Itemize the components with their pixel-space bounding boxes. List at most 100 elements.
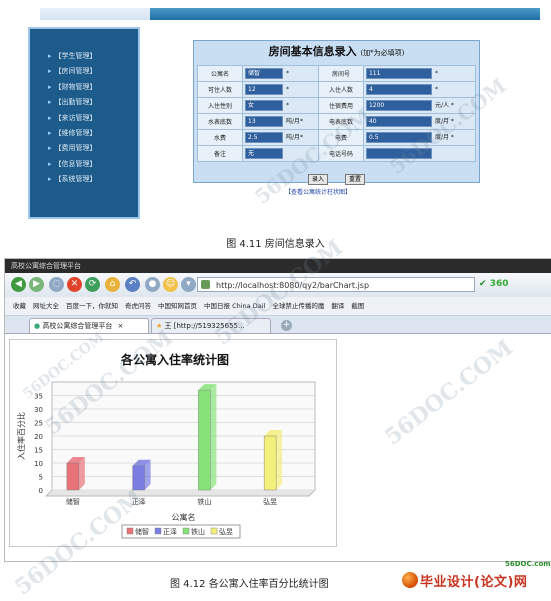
y-tick-label: 0 (39, 487, 43, 495)
submit-button[interactable]: 录入 (307, 174, 328, 185)
form-title: 房间基本信息录入 (加*为必填项) (194, 41, 479, 63)
field-input[interactable]: 4 (365, 84, 432, 95)
site-logo-text: 毕业设计(论文)网 (420, 575, 528, 590)
sidebar-item[interactable]: ▸ 【维修管理】 (48, 126, 138, 141)
field-input-cell: 1200 元/人 * (362, 97, 477, 114)
form-button-row: 录入 重置 (194, 166, 479, 185)
field-input[interactable] (365, 148, 432, 159)
bookmark-item[interactable]: 翻译 (331, 302, 344, 310)
field-input-cell: 4 * (362, 81, 477, 98)
forward-arrow-icon[interactable]: ▶ (29, 277, 44, 292)
sidebar-item[interactable]: ▸ 【费用管理】 (48, 141, 138, 156)
tab-platform[interactable]: ● 高校公寓综合管理平台 × (29, 318, 149, 333)
chart-title: 各公寓入住率统计图 (120, 352, 229, 367)
bookmark-item[interactable]: 奇虎问答 (125, 302, 151, 310)
legend-label: 铁山 (191, 527, 205, 536)
field-label-cell: 房间号 (317, 65, 364, 82)
field-label: 备注 (213, 151, 226, 158)
history-icon[interactable]: ◌ (49, 277, 64, 292)
field-input[interactable]: 40 (365, 116, 432, 127)
check-icon: ✔ (479, 279, 487, 289)
sidebar-item-label: 【出勤管理】 (54, 98, 97, 107)
bookmark-item[interactable]: 截图 (351, 302, 364, 310)
field-input-cell: 12 * (242, 81, 319, 98)
field-input[interactable]: 无 (245, 148, 283, 159)
form-row: 水表底数 13 吨/月* 电表底数 40 度/月 * (197, 113, 477, 130)
sidebar-item[interactable]: ▸ 【学生管理】 (48, 49, 138, 64)
smile-icon[interactable]: ☺ (163, 277, 178, 292)
bullet-icon: ▸ (48, 98, 52, 107)
bookmark-item[interactable]: 中国日报 China Dail (204, 302, 265, 310)
x-tick-label: 铁山 (197, 497, 211, 506)
bar-chart-svg: 各公寓入住率统计图05101520253035入住率百分比公寓名储智 正泽 铁山 弘昱… (16, 352, 317, 539)
field-label: 电表底数 (328, 119, 353, 126)
bullet-icon: ▸ (48, 175, 52, 184)
field-input-cell (362, 145, 477, 162)
bar-chart: 各公寓入住率统计图 0 5 10 15 20 25 30 35 入住率百分比 公寓名 储智 正泽 铁山 弘昱… (9, 339, 337, 547)
field-input[interactable]: 12 (245, 84, 283, 95)
field-input[interactable]: 0.5 (365, 132, 432, 143)
field-input-cell: 无 (242, 145, 319, 162)
field-label: 入住性别 (207, 103, 232, 110)
field-input[interactable]: 111 (365, 68, 432, 79)
nav-toolbar: ◀ ▶ ◌ ✕ ⟳ ⌂ ↶ ● ☺ ▾ http://localhost:808… (5, 273, 551, 297)
menu-icon[interactable]: ● (145, 277, 160, 292)
view-chart-link[interactable]: 【查看公寓统计柱状图】 (285, 187, 351, 196)
field-label-cell: 水表底数 (197, 113, 243, 130)
sidebar-item[interactable]: ▸ 【财物管理】 (48, 80, 138, 95)
field-unit: 吨/月* (286, 118, 304, 125)
bar-side (210, 384, 217, 490)
field-label: 电费 (334, 135, 347, 142)
field-label: 住宿费用 (328, 103, 353, 110)
y-tick-label: 20 (34, 433, 43, 441)
field-input[interactable]: 1200 (365, 100, 432, 111)
new-tab-button[interactable]: + (281, 320, 292, 331)
tab-platform-label: 高校公寓综合管理平台 (42, 322, 113, 330)
sidebar-item[interactable]: ▸ 【房间管理】 (48, 64, 138, 79)
bookmark-item[interactable]: 中国知网首页 (158, 302, 197, 310)
bookmark-item[interactable]: 百度一下，你就知 (66, 302, 118, 310)
caption-4-12: 图 4.12 各公寓入住率百分比统计图 (170, 579, 329, 590)
field-unit: * (434, 70, 438, 77)
brand-360-text: 360 (489, 279, 509, 289)
bar (198, 389, 211, 491)
bookmark-item[interactable]: 收藏 (13, 302, 26, 310)
bar (263, 435, 277, 491)
legend-label: 弘昱 (219, 528, 233, 536)
sidebar-item[interactable]: ▸ 【系统管理】 (48, 172, 138, 187)
tab-qq[interactable]: ★ 王 [http://519325655... (151, 318, 271, 333)
home-icon[interactable]: ⌂ (105, 277, 120, 292)
back-arrow-icon[interactable]: ◀ (11, 277, 26, 292)
bookmark-item[interactable]: 网址大全 (33, 302, 59, 310)
field-input[interactable]: 女 (245, 100, 283, 111)
legend-label: 储智 (135, 527, 149, 536)
legend-label: 正泽 (163, 528, 177, 536)
form-table: 公寓名 储智 * 房间号 111 * 可住人数 12 * 入住人数 4 * 入住性别女 * 住宿费用 1200… (197, 65, 477, 162)
close-icon[interactable]: × (118, 322, 124, 330)
reset-button[interactable]: 重置 (345, 174, 366, 185)
field-input-cell: 2.5 吨/月* (242, 129, 319, 146)
tab-qq-label: 王 [http://519325655... (164, 322, 245, 330)
sidebar-item[interactable]: ▸ 【来访管理】 (48, 111, 138, 126)
legend-swatch (126, 527, 134, 535)
sidebar-item[interactable]: ▸ 【信息管理】 (48, 157, 138, 172)
field-label: 水表底数 (207, 119, 232, 126)
field-unit: * (286, 70, 289, 77)
field-input[interactable]: 储智 (245, 68, 283, 79)
sidebar-item-label: 【费用管理】 (54, 144, 97, 153)
field-label-cell: 入住人数 (317, 81, 364, 98)
form-row: 入住性别 女 * 住宿费用 1200 元/人 * (197, 97, 477, 114)
undo-icon[interactable]: ↶ (125, 277, 140, 292)
dropdown-icon[interactable]: ▾ (181, 277, 196, 292)
bookmark-item[interactable]: 全球禁止传播的魔 (272, 302, 324, 310)
field-input[interactable]: 2.5 (245, 132, 283, 143)
bar (66, 462, 80, 491)
x-axis-label: 公寓名 (172, 512, 196, 522)
form-row: 可住人数 12 * 入住人数 4 * (197, 81, 477, 98)
field-label-cell: 可住人数 (197, 81, 243, 98)
refresh-icon[interactable]: ⟳ (85, 277, 100, 292)
stop-icon[interactable]: ✕ (67, 277, 82, 292)
field-input[interactable]: 13 (245, 116, 283, 127)
sidebar-item[interactable]: ▸ 【出勤管理】 (48, 95, 138, 110)
address-bar[interactable]: http://localhost:8080/qy2/barChart.jsp (197, 277, 475, 292)
